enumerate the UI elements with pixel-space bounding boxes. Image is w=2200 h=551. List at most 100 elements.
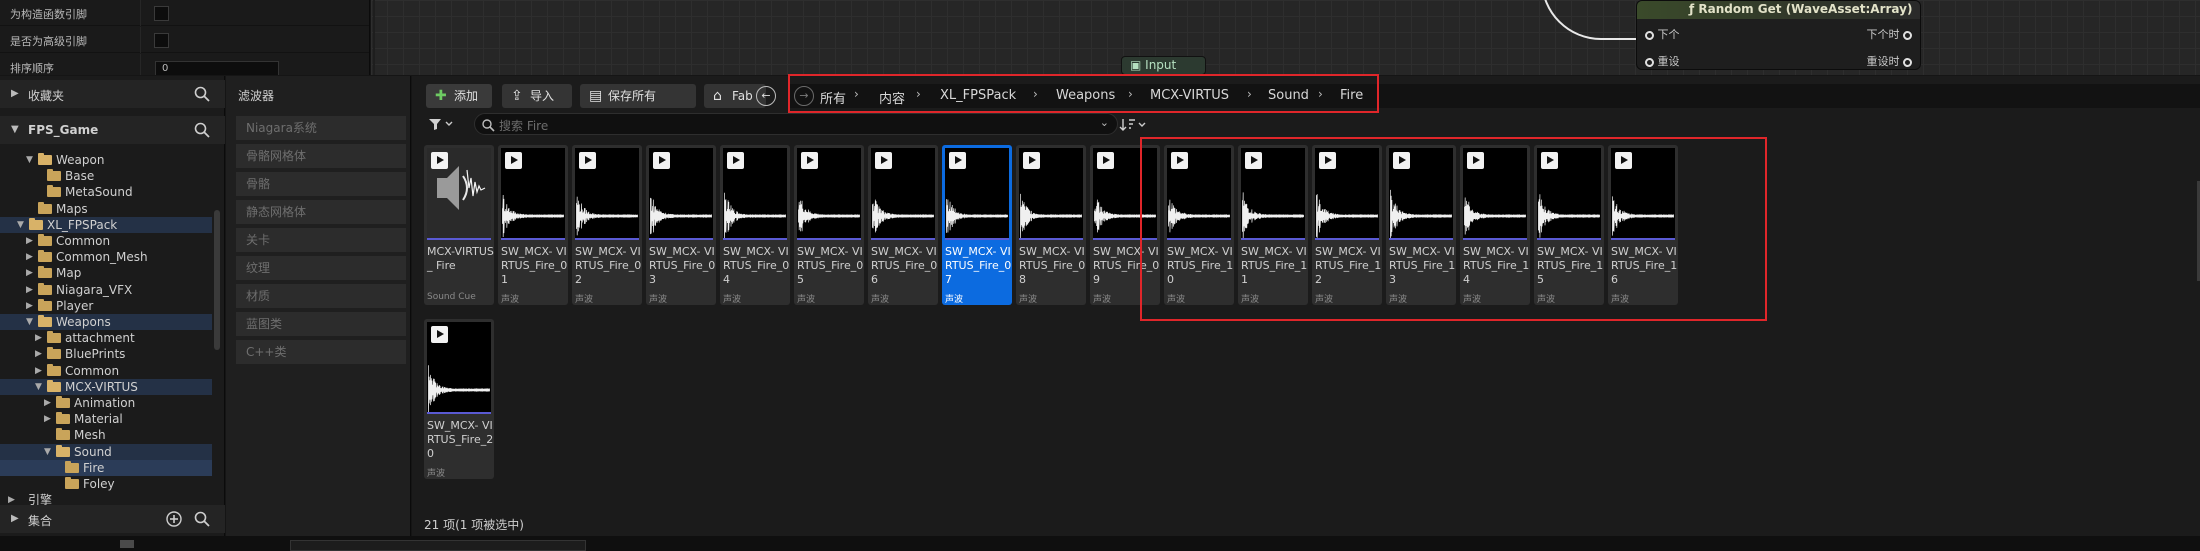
tree-item[interactable]: ▶ Common_Mesh bbox=[0, 249, 212, 265]
search-icon[interactable] bbox=[193, 121, 211, 139]
tree-item[interactable]: ▼ Weapon bbox=[0, 152, 212, 168]
project-header[interactable]: ▼ FPS_Game bbox=[0, 116, 225, 144]
tree-item[interactable]: ▼ MCX-VIRTUS bbox=[0, 379, 212, 395]
input-node[interactable]: ▣ Input bbox=[1121, 56, 1206, 75]
add-button[interactable]: ✚ 添加 bbox=[426, 84, 492, 108]
play-icon[interactable] bbox=[875, 152, 892, 169]
sound-wave-tile[interactable]: SW_MCX- VIRTUS_Fire_06 声波 bbox=[868, 145, 938, 305]
pin-next[interactable]: 下个 bbox=[1645, 26, 1680, 42]
back-arrow-icon[interactable]: ← bbox=[756, 86, 776, 106]
tree-item[interactable]: Foley bbox=[0, 476, 212, 492]
sound-cue-tile[interactable]: MCX-VIRTUS_ Fire Sound Cue bbox=[424, 145, 494, 305]
expand-caret-icon[interactable]: ▶ bbox=[44, 411, 54, 427]
tree-item[interactable]: ▶ Common bbox=[0, 363, 212, 379]
advanced-pin-checkbox[interactable] bbox=[154, 33, 169, 48]
filter-dropdown-button[interactable] bbox=[426, 113, 456, 135]
filter-niagara-system[interactable]: Niagara系统 bbox=[236, 116, 406, 140]
status-bar-icon[interactable] bbox=[120, 540, 134, 548]
tree-item[interactable]: ▶ Map bbox=[0, 265, 212, 281]
play-icon[interactable] bbox=[1097, 152, 1114, 169]
favorites-header[interactable]: ▶ 收藏夹 bbox=[0, 80, 225, 108]
collapse-caret-icon[interactable]: ▼ bbox=[26, 152, 36, 168]
collections-header[interactable]: ▶ 集合 bbox=[0, 505, 225, 533]
pin-on-next[interactable]: 下个时 bbox=[1867, 26, 1912, 42]
filter-skeletal-mesh[interactable]: 骨骼网格体 bbox=[236, 144, 406, 168]
play-icon[interactable] bbox=[579, 152, 596, 169]
tree-item[interactable]: ▼ Sound bbox=[0, 444, 212, 460]
tree-item[interactable]: ▶ Animation bbox=[0, 395, 212, 411]
tree-item[interactable]: Base bbox=[0, 168, 212, 184]
exec-pin-icon[interactable] bbox=[1903, 30, 1912, 40]
sound-wave-tile[interactable]: SW_MCX- VIRTUS_Fire_05 声波 bbox=[794, 145, 864, 305]
expand-caret-icon[interactable]: ▶ bbox=[35, 330, 45, 346]
collapse-caret-icon[interactable]: ▼ bbox=[11, 124, 19, 135]
tree-item[interactable]: ▶ Common bbox=[0, 233, 212, 249]
tree-item[interactable]: ▶ Niagara_VFX bbox=[0, 282, 212, 298]
play-icon[interactable] bbox=[727, 152, 744, 169]
sound-wave-tile[interactable]: SW_MCX- VIRTUS_Fire_03 声波 bbox=[646, 145, 716, 305]
play-icon[interactable] bbox=[653, 152, 670, 169]
exec-pin-icon[interactable] bbox=[1903, 57, 1912, 67]
expand-caret-icon[interactable]: ▶ bbox=[26, 282, 36, 298]
collapse-caret-icon[interactable]: ▼ bbox=[35, 379, 45, 395]
collapse-caret-icon[interactable]: ▼ bbox=[17, 217, 27, 233]
sound-wave-tile[interactable]: SW_MCX- VIRTUS_Fire_02 声波 bbox=[572, 145, 642, 305]
filter-static-mesh[interactable]: 静态网格体 bbox=[236, 200, 406, 224]
import-button[interactable]: ⇪ 导入 bbox=[502, 84, 572, 108]
sort-order-input[interactable]: 0 bbox=[155, 61, 279, 75]
expand-caret-icon[interactable]: ▶ bbox=[35, 363, 45, 379]
filter-level[interactable]: 关卡 bbox=[236, 228, 406, 252]
expand-caret-icon[interactable]: ▶ bbox=[44, 395, 54, 411]
pin-reset[interactable]: 重设 bbox=[1645, 53, 1680, 69]
sound-wave-tile[interactable]: SW_MCX- VIRTUS_Fire_08 声波 bbox=[1016, 145, 1086, 305]
blueprint-graph[interactable]: ƒ Random Get (WaveAsset:Array) 下个 下个时 重设… bbox=[371, 0, 2200, 75]
tree-item[interactable]: ▼ Weapons bbox=[0, 314, 212, 330]
sound-wave-tile[interactable]: SW_MCX- VIRTUS_Fire_07 声波 bbox=[942, 145, 1012, 305]
filter-texture[interactable]: 纹理 bbox=[236, 256, 406, 280]
tree-item[interactable]: ▶ Player bbox=[0, 298, 212, 314]
expand-caret-icon[interactable]: ▶ bbox=[11, 88, 19, 99]
search-icon[interactable] bbox=[193, 510, 211, 528]
exec-pin-icon[interactable] bbox=[1645, 57, 1654, 67]
play-icon[interactable] bbox=[431, 326, 448, 343]
exec-pin-icon[interactable] bbox=[1645, 30, 1654, 40]
play-icon[interactable] bbox=[431, 152, 448, 169]
play-icon[interactable] bbox=[1023, 152, 1040, 169]
tree-scrollbar[interactable] bbox=[214, 210, 220, 350]
tree-item[interactable]: ▶ BluePrints bbox=[0, 346, 212, 362]
tree-item[interactable]: ▶ Material bbox=[0, 411, 212, 427]
expand-caret-icon[interactable]: ▶ bbox=[35, 346, 45, 362]
search-history-chevron-icon[interactable]: ⌄ bbox=[1100, 116, 1109, 129]
expand-caret-icon[interactable]: ▶ bbox=[26, 298, 36, 314]
tree-item[interactable]: Fire bbox=[0, 460, 212, 476]
expand-caret-icon[interactable]: ▶ bbox=[26, 265, 36, 281]
tree-item[interactable]: ▶ attachment bbox=[0, 330, 212, 346]
filter-skeleton[interactable]: 骨骼 bbox=[236, 172, 406, 196]
filter-material[interactable]: 材质 bbox=[236, 284, 406, 308]
play-icon[interactable] bbox=[949, 152, 966, 169]
expand-caret-icon[interactable]: ▶ bbox=[26, 233, 36, 249]
play-icon[interactable] bbox=[801, 152, 818, 169]
filter-blueprint-class[interactable]: 蓝图类 bbox=[236, 312, 406, 336]
add-collection-icon[interactable] bbox=[165, 510, 183, 528]
collapse-caret-icon[interactable]: ▼ bbox=[26, 314, 36, 330]
sound-wave-tile[interactable]: SW_MCX- VIRTUS_Fire_20 声波 bbox=[424, 319, 494, 479]
play-icon[interactable] bbox=[505, 152, 522, 169]
filter-cpp-class[interactable]: C++类 bbox=[236, 340, 406, 364]
tree-item[interactable]: MetaSound bbox=[0, 184, 212, 200]
expand-caret-icon[interactable]: ▶ bbox=[11, 513, 19, 524]
tree-item[interactable]: Mesh bbox=[0, 427, 212, 443]
sound-wave-tile[interactable]: SW_MCX- VIRTUS_Fire_01 声波 bbox=[498, 145, 568, 305]
tree-item[interactable]: ▼ XL_FPSPack bbox=[0, 217, 212, 233]
sort-button[interactable] bbox=[1118, 115, 1152, 135]
pin-on-reset[interactable]: 重设时 bbox=[1867, 53, 1912, 69]
constructor-pin-checkbox[interactable] bbox=[154, 6, 169, 21]
folder-tree[interactable]: ▼ Weapon Base MetaSound Maps ▼ XL_FPSPack ▶ Comm… bbox=[0, 152, 212, 508]
expand-caret-icon[interactable]: ▶ bbox=[26, 249, 36, 265]
random-get-node[interactable]: ƒ Random Get (WaveAsset:Array) 下个 下个时 重设… bbox=[1636, 0, 1921, 70]
collapse-caret-icon[interactable]: ▼ bbox=[44, 444, 54, 460]
search-input[interactable]: 搜索 Fire ⌄ bbox=[474, 113, 1118, 135]
save-all-button[interactable]: ▤ 保存所有 bbox=[580, 84, 696, 108]
console-input[interactable] bbox=[290, 540, 586, 551]
sound-wave-tile[interactable]: SW_MCX- VIRTUS_Fire_04 声波 bbox=[720, 145, 790, 305]
